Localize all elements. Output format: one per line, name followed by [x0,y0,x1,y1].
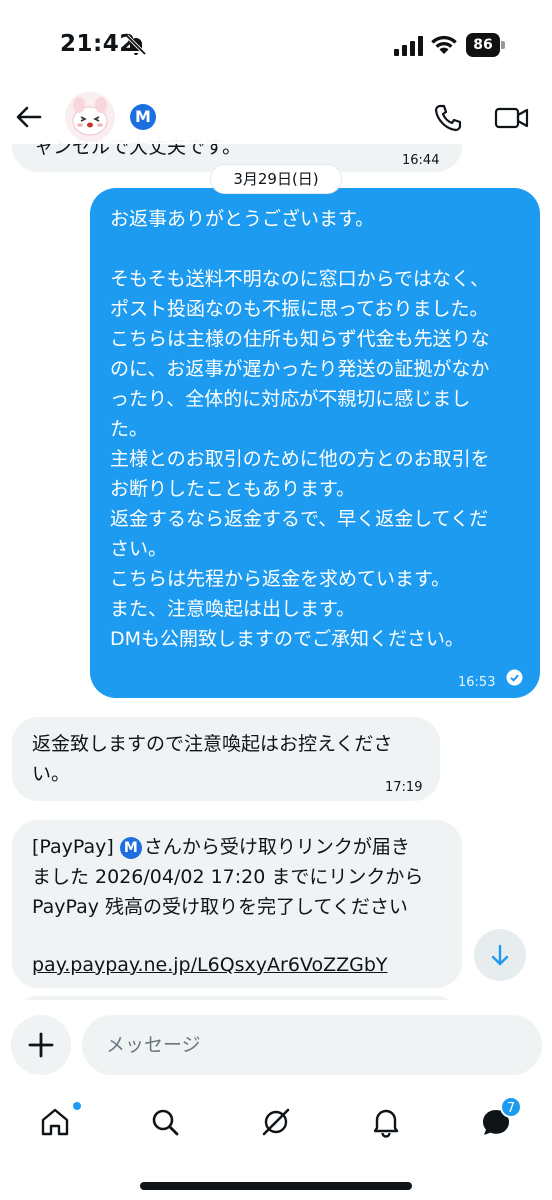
home-indicator [140,1182,412,1190]
message-thread[interactable]: ャンセルで大丈夫です。 16:44 3月29日(日) お返事ありがとうございます… [0,92,552,1000]
arrow-down-icon [491,944,509,966]
message-bubble-outgoing[interactable]: お返事ありがとうございます。 そもそも送料不明なのに窓口からではなく、 ポスト投… [90,188,540,698]
message-input[interactable] [82,1015,542,1075]
message-prefix: [PayPay] [32,836,120,858]
bell-muted-icon [125,34,147,56]
message-bubble-incoming[interactable]: [PayPay] M さんから受け取りリンクが届き ました 2026/04/02 … [12,820,462,988]
message-text: 返金致しますので注意喚起はお控えくださ い。 [32,733,393,785]
search-icon [152,1109,179,1136]
add-attachment-button[interactable] [11,1015,71,1075]
battery-level: 86 [466,33,500,57]
tab-search[interactable] [137,1094,193,1150]
tab-home[interactable] [27,1094,83,1150]
message-bubble-incoming[interactable]: 返金致しますので注意喚起はお控えくださ い。 17:19 [12,717,440,801]
bottom-tab-bar: 7 [0,1082,552,1200]
tab-grok[interactable] [248,1094,304,1150]
tab-notifications[interactable] [358,1094,414,1150]
avatar-image-icon [65,92,115,142]
plus-icon [28,1032,54,1058]
wifi-icon [431,35,457,54]
scroll-to-bottom-button[interactable] [474,929,526,981]
composer [0,1000,552,1082]
messages-badge: 7 [500,1096,522,1118]
avatar[interactable] [65,92,115,142]
home-icon [41,1108,69,1136]
user-badge[interactable]: M [130,104,156,130]
message-time: 16:44 [402,153,440,168]
status-bar: 21:42 86 [0,0,552,92]
date-separator: 3月29日(日) [210,164,342,194]
notification-dot [73,1102,81,1110]
paypay-message: [PayPay] M さんから受け取りリンクが届き ました 2026/04/02 … [32,832,457,922]
message-time: 17:19 [385,780,423,795]
read-check-icon [506,669,523,686]
battery-indicator: 86 [466,33,506,57]
tab-messages[interactable]: 7 [468,1094,524,1150]
signal-icon [394,36,423,56]
message-text: お返事ありがとうございます。 そもそも送料不明なのに窓口からではなく、 ポスト投… [110,208,490,650]
message-time: 16:53 [458,675,496,690]
phone-icon[interactable] [432,102,464,134]
back-arrow-icon[interactable] [14,102,44,132]
paypay-link[interactable]: pay.paypay.ne.jp/L6QsxyAr6VoZZGbY [32,950,388,980]
paypay-user-badge: M [119,836,142,859]
video-call-icon[interactable] [494,102,530,134]
grok-icon [262,1108,290,1136]
bell-icon [373,1109,399,1138]
conversation-header: M [0,92,552,144]
